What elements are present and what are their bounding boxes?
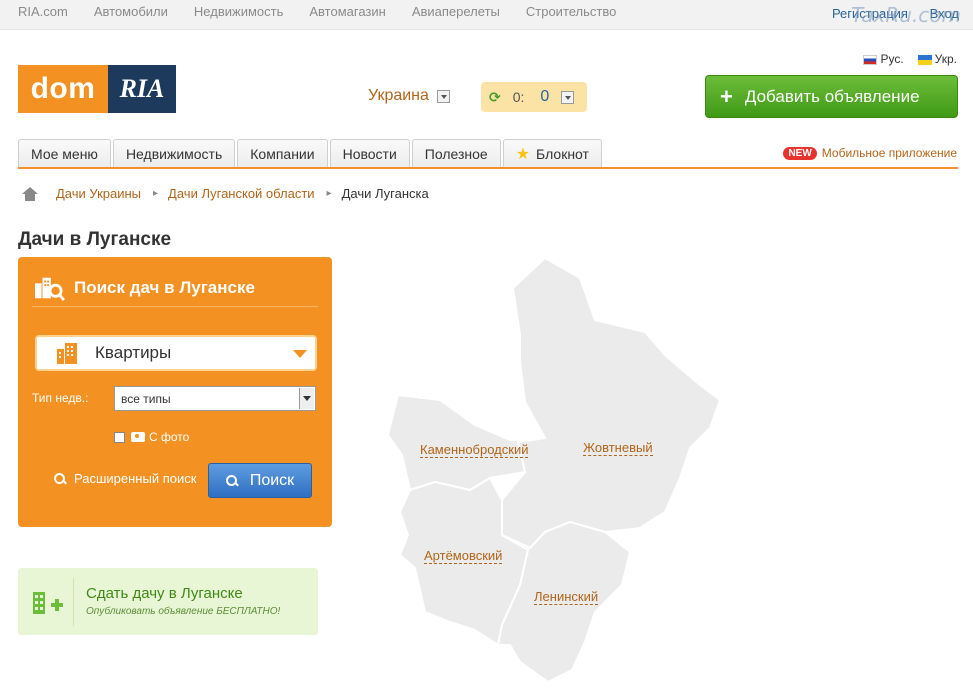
search-icon	[54, 472, 66, 485]
tab-news[interactable]: Новости	[329, 139, 410, 168]
counter-value: 0	[540, 88, 550, 105]
with-photo-option: С фото	[114, 430, 189, 444]
search-panel-header: Поиск дач в Луганске	[32, 269, 318, 307]
add-listing-label: Добавить объявление	[744, 86, 920, 106]
chevron-down-icon[interactable]	[561, 90, 575, 104]
site-logo[interactable]: dom RIA	[18, 65, 176, 113]
with-photo-checkbox[interactable]	[114, 431, 125, 443]
tab-my-menu[interactable]: Мое меню	[18, 139, 111, 168]
search-panel: Поиск дач в Луганске Квартиры Тип недв.:…	[18, 257, 332, 527]
top-nav-construction[interactable]: Строительство	[526, 4, 616, 19]
tab-label: Недвижимость	[125, 146, 223, 162]
top-nav-auto[interactable]: Автомобили	[94, 4, 168, 19]
top-nav: RIA.com Автомобили Недвижимость Автомага…	[18, 4, 642, 19]
search-icon	[225, 474, 238, 487]
breadcrumb-ukraine[interactable]: Дачи Украины	[56, 186, 141, 201]
lang-ua-label: Укр.	[934, 52, 957, 66]
breadcrumb-separator-icon: ▸	[326, 188, 332, 199]
counter-label: 0:	[512, 89, 525, 105]
language-switch: Рус. Укр.	[863, 52, 957, 66]
breadcrumb: Дачи Украины ▸ Дачи Луганской области ▸ …	[22, 186, 441, 201]
plus-icon: +	[720, 83, 733, 109]
with-photo-label: С фото	[149, 430, 190, 444]
home-icon[interactable]	[22, 186, 38, 201]
post-listing-subtitle: Опубликовать объявление БЕСПЛАТНО!	[86, 606, 281, 617]
map-label-leninsky[interactable]: Ленинский	[534, 589, 599, 605]
map-label-zhovtnevy[interactable]: Жовтневый	[583, 440, 653, 456]
type-select[interactable]: все типы	[114, 386, 316, 411]
post-listing-title[interactable]: Сдать дачу в Луганске	[86, 585, 243, 602]
logo-dom: dom	[18, 65, 108, 113]
category-select[interactable]: Квартиры	[35, 335, 317, 371]
search-button-label: Поиск	[249, 471, 295, 489]
camera-icon	[131, 432, 145, 442]
chevron-down-icon	[293, 350, 307, 358]
add-listing-button[interactable]: + Добавить объявление	[705, 75, 958, 118]
tab-label: Компании	[250, 146, 315, 162]
post-listing-panel[interactable]: Сдать дачу в Луганске Опубликовать объяв…	[18, 568, 318, 635]
refresh-icon[interactable]: ⟳	[489, 89, 501, 106]
top-nav-autoshop[interactable]: Автомагазин	[309, 4, 385, 19]
watermark: TaxRu.com	[851, 3, 961, 27]
search-button[interactable]: Поиск	[208, 463, 312, 498]
tab-companies[interactable]: Компании	[237, 139, 328, 168]
advanced-search-label: Расширенный поиск	[74, 471, 197, 486]
mobile-app-label: Мобильное приложение	[821, 146, 957, 160]
breadcrumb-separator-icon: ▸	[153, 188, 159, 199]
breadcrumb-lugansk-region[interactable]: Дачи Луганской области	[168, 186, 315, 201]
star-icon: ★	[515, 146, 531, 163]
flag-ua-icon	[917, 54, 932, 65]
chevron-down-icon[interactable]	[299, 388, 314, 409]
top-nav-realty[interactable]: Недвижимость	[194, 4, 283, 19]
tab-label: Новости	[342, 146, 397, 162]
lang-ua[interactable]: Укр.	[917, 52, 957, 66]
lang-ru[interactable]: Рус.	[863, 52, 904, 66]
post-icon-wrap	[28, 578, 74, 626]
breadcrumb-current: Дачи Луганска	[341, 186, 429, 201]
top-bar: RIA.com Автомобили Недвижимость Автомага…	[0, 0, 973, 30]
type-label: Тип недв.:	[32, 391, 89, 405]
top-nav-flights[interactable]: Авиаперелеты	[412, 4, 500, 19]
page-title: Дачи в Луганске	[18, 229, 172, 250]
tab-label: Полезное	[424, 146, 488, 162]
tab-label: Мое меню	[31, 146, 98, 162]
tab-useful[interactable]: Полезное	[411, 139, 501, 168]
region-label: Украина	[368, 87, 429, 104]
flag-ru-icon	[863, 54, 878, 65]
tabs-underline	[18, 167, 958, 169]
new-badge: NEW	[783, 146, 817, 160]
main-tabs: Мое меню Недвижимость Компании Новости П…	[18, 139, 604, 168]
logo-ria: RIA	[108, 65, 176, 113]
tab-notepad[interactable]: ★ Блокнот	[502, 139, 602, 168]
mobile-app-link[interactable]: NEW Мобильное приложение	[783, 146, 957, 160]
tab-realty[interactable]: Недвижимость	[112, 139, 236, 168]
district-map-svg	[386, 256, 722, 684]
type-value: все типы	[121, 391, 171, 406]
search-panel-title: Поиск дач в Луганске	[74, 277, 255, 297]
map-district-zhovtnevy[interactable]	[501, 256, 722, 550]
map-label-artemovsky[interactable]: Артёмовский	[424, 548, 503, 564]
district-map: Каменнобродский Жовтневый Артёмовский Ле…	[380, 250, 740, 688]
chevron-down-icon[interactable]	[436, 89, 450, 103]
saved-counter[interactable]: ⟳ 0: 0	[481, 82, 587, 112]
map-label-kamennobrodsky[interactable]: Каменнобродский	[420, 442, 529, 458]
region-selector[interactable]: Украина	[368, 87, 450, 105]
building-search-icon	[35, 277, 66, 301]
building-add-icon	[33, 592, 63, 614]
tab-label: Блокнот	[536, 146, 589, 162]
apartments-icon	[57, 343, 77, 364]
top-nav-ria[interactable]: RIA.com	[18, 4, 68, 19]
lang-ru-label: Рус.	[880, 52, 904, 66]
category-value: Квартиры	[95, 343, 172, 362]
advanced-search-link[interactable]: Расширенный поиск	[54, 471, 196, 486]
